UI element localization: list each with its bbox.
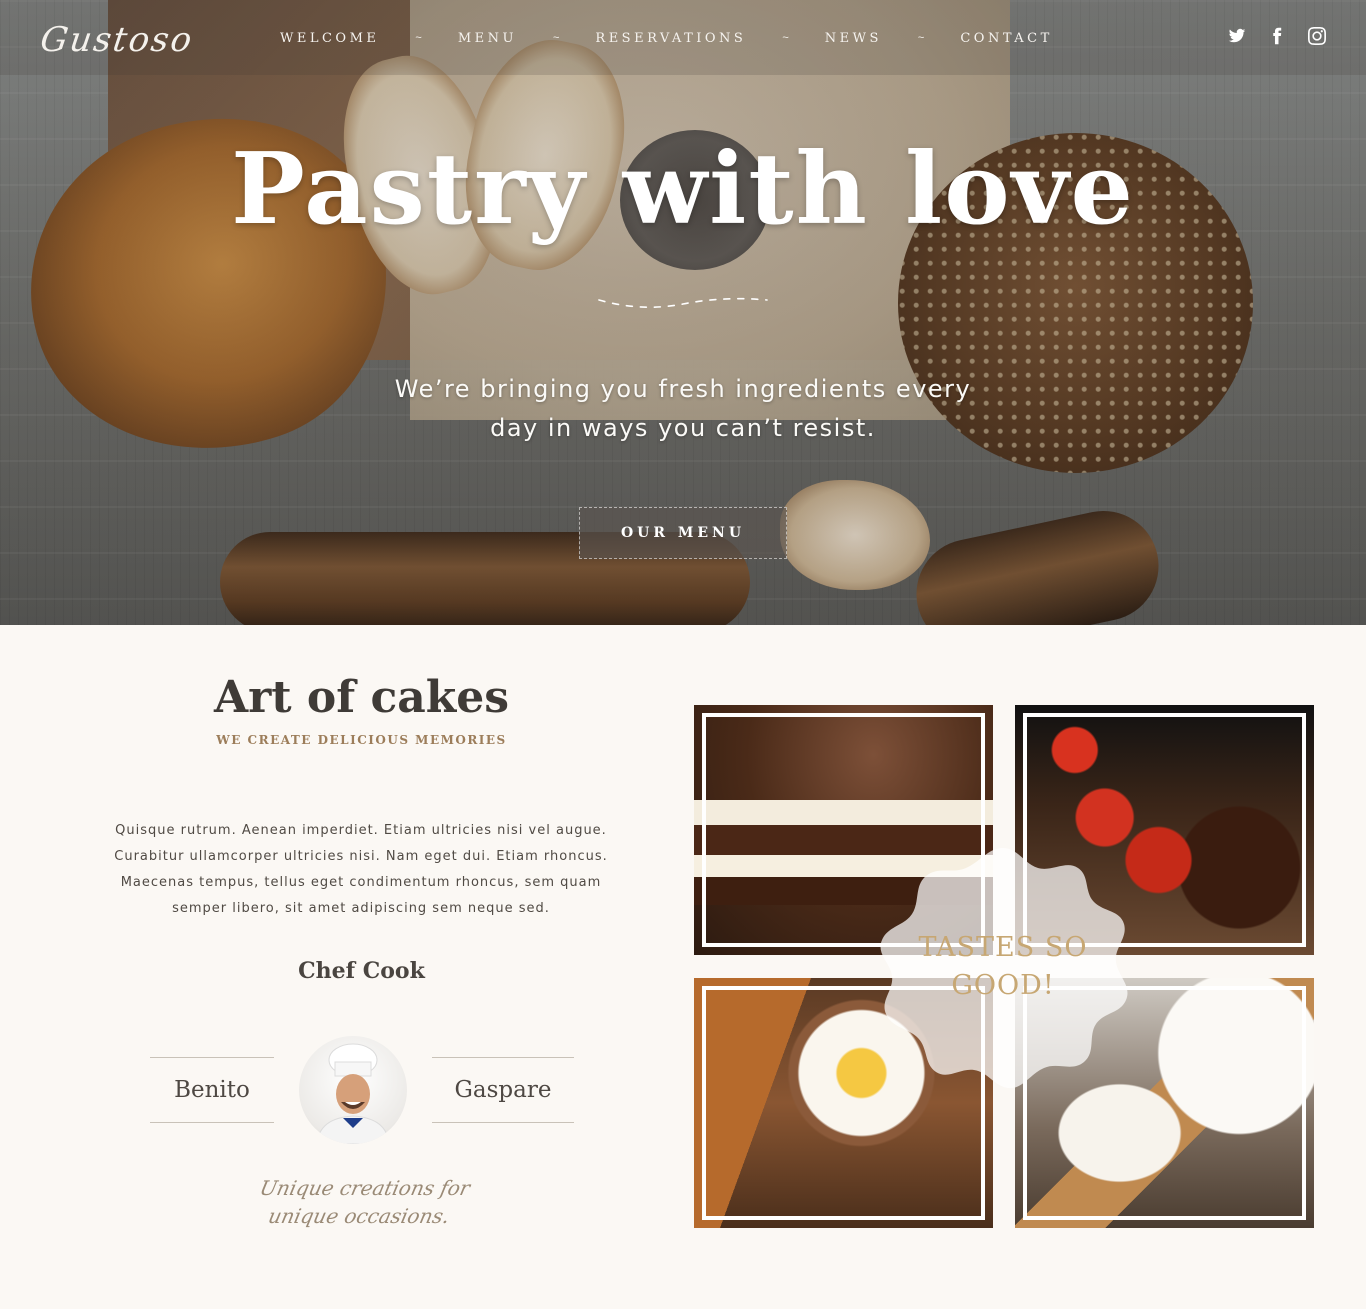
nav-separator: ~ xyxy=(415,32,422,44)
social-links xyxy=(1228,27,1326,45)
main-nav: WELCOME ~ MENU ~ RESERVATIONS ~ NEWS ~ C… xyxy=(280,28,1053,48)
facebook-icon[interactable] xyxy=(1268,27,1286,45)
nav-separator: ~ xyxy=(782,32,789,44)
chef-first-name: Benito xyxy=(150,1057,274,1123)
nav-item-news[interactable]: NEWS xyxy=(825,31,882,46)
hero-subtitle: We’re bringing you fresh ingredients eve… xyxy=(394,375,972,442)
instagram-icon[interactable] xyxy=(1308,27,1326,45)
twitter-icon[interactable] xyxy=(1228,27,1246,45)
nav-item-contact[interactable]: CONTACT xyxy=(960,31,1052,46)
our-menu-button[interactable]: OUR MENU xyxy=(579,507,787,559)
chef-heading: Chef Cook xyxy=(298,958,425,984)
about-paragraph: Quisque rutrum. Aenean imperdiet. Etiam … xyxy=(114,823,608,916)
chef-portrait-icon xyxy=(316,1043,390,1144)
signature-text: Unique creations for unique occasions. xyxy=(257,1176,473,1228)
nav-separator: ~ xyxy=(917,32,925,44)
hero-title: Pastry with love xyxy=(231,132,1135,247)
hero-section: Gustoso WELCOME ~ MENU ~ RESERVATIONS ~ … xyxy=(0,0,1366,625)
decorative-divider xyxy=(598,297,768,308)
chef-avatar xyxy=(299,1036,407,1144)
nav-item-welcome[interactable]: WELCOME xyxy=(280,31,379,46)
nav-item-reservations[interactable]: RESERVATIONS xyxy=(595,31,746,46)
site-logo[interactable]: Gustoso xyxy=(36,20,203,70)
section-title: Art of cakes xyxy=(213,672,510,723)
section-kicker: WE CREATE DELICIOUS MEMORIES xyxy=(216,733,507,747)
chef-last-name: Gaspare xyxy=(432,1057,574,1123)
nav-separator: ~ xyxy=(552,32,560,44)
nav-item-menu[interactable]: MENU xyxy=(458,31,517,46)
badge-text: TASTES SO GOOD! xyxy=(918,932,1088,1001)
